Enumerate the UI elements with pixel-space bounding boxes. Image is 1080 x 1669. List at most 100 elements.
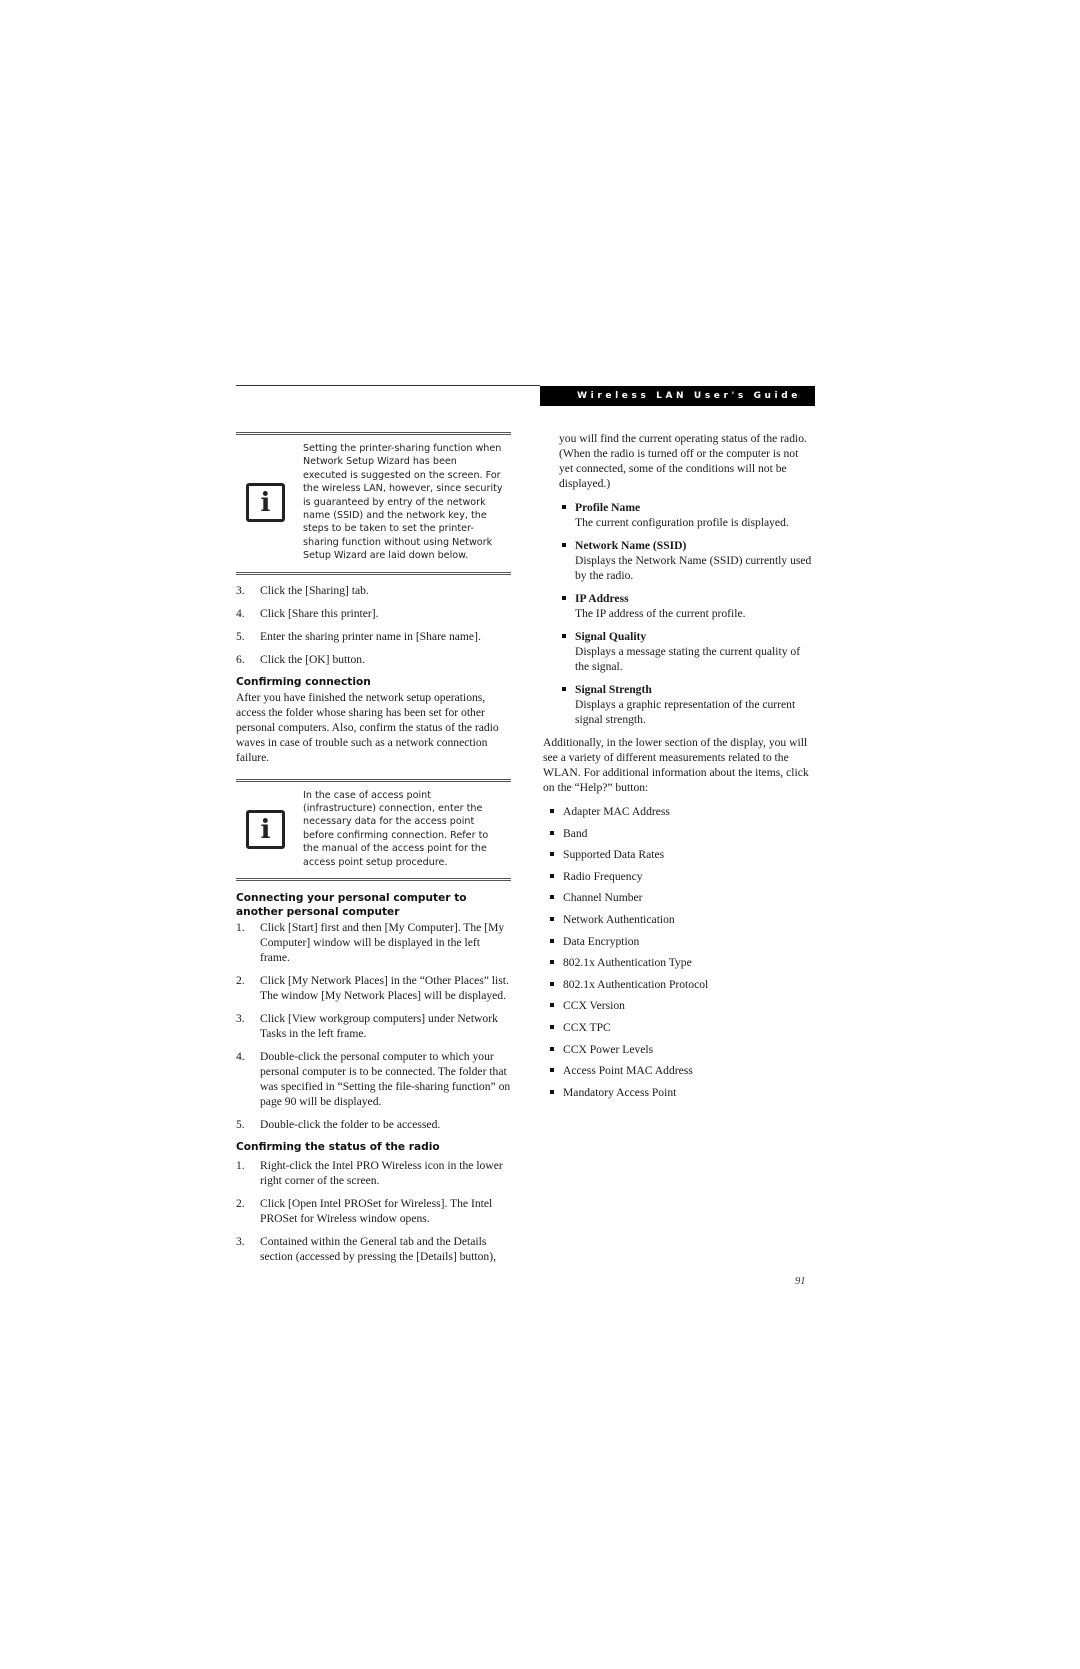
step-number: 2.: [236, 1197, 245, 1211]
list-item: 2. Click [My Network Places] in the “Othe…: [236, 973, 511, 1003]
bullet-icon: [550, 873, 554, 878]
item-desc: The current configuration profile is dis…: [575, 516, 789, 529]
list-item: 1. Click [Start] first and then [My Compu…: [236, 920, 511, 965]
list-item: Mandatory Access Point: [547, 1085, 815, 1100]
step-number: 4.: [236, 1050, 245, 1064]
item-text: Data Encryption: [563, 934, 640, 948]
item-term: Signal Strength: [575, 683, 652, 696]
list-item: Data Encryption: [547, 934, 815, 949]
item-desc: Displays a graphic representation of the…: [575, 698, 796, 726]
bullet-icon: [550, 809, 554, 813]
list-item: 802.1x Authentication Protocol: [547, 977, 815, 992]
item-text: Network Authentication: [563, 912, 675, 926]
info-icon: i: [246, 483, 285, 523]
list-item: IP Address The IP address of the current …: [559, 591, 815, 621]
list-item: Signal Strength Displays a graphic repres…: [559, 682, 815, 727]
measurements-list: Adapter MAC Address Band Supported Data …: [547, 804, 815, 1100]
item-term: IP Address: [575, 592, 629, 605]
header-rule: [236, 385, 540, 386]
bullet-icon: [550, 916, 554, 921]
running-title-bar: Wireless LAN User's Guide: [540, 386, 815, 406]
section-heading-radio-status: Confirming the status of the radio: [236, 1141, 440, 1154]
step-number: 6.: [236, 652, 245, 666]
item-term: Profile Name: [575, 501, 641, 514]
item-desc: Displays a message stating the current q…: [575, 645, 801, 673]
step-number: 2.: [236, 974, 245, 988]
list-item: Access Point MAC Address: [547, 1063, 815, 1078]
info-note-access-point: i In the case of access point (infrastru…: [236, 778, 511, 882]
list-item: CCX TPC: [547, 1020, 815, 1035]
bullet-icon: [562, 543, 566, 547]
step-text: Enter the sharing printer name in [Share…: [260, 629, 481, 643]
item-text: Radio Frequency: [563, 869, 643, 883]
item-text: Access Point MAC Address: [563, 1064, 693, 1078]
list-item: Signal Quality Displays a message stating…: [559, 629, 815, 674]
status-items-list: Profile Name The current configuration pr…: [559, 500, 815, 727]
step-number: 5.: [236, 629, 245, 643]
page-number: 91: [795, 1276, 806, 1287]
info-icon: i: [246, 809, 285, 849]
item-term: Signal Quality: [575, 630, 647, 643]
step-number: 3.: [236, 1235, 245, 1249]
paragraph: After you have finished the network setu…: [236, 690, 499, 764]
bullet-icon: [562, 687, 566, 691]
bullet-icon: [562, 634, 566, 638]
list-item: 4. Click [Share this printer].: [236, 606, 511, 621]
item-desc: The IP address of the current profile.: [575, 607, 746, 620]
connecting-steps-list: 1. Click [Start] first and then [My Compu…: [236, 920, 511, 1132]
item-term: Network Name (SSID): [575, 539, 687, 552]
step-text: Click [My Network Places] in the “Other …: [260, 974, 509, 1003]
list-item: CCX Version: [547, 998, 815, 1013]
item-text: Channel Number: [563, 891, 643, 905]
running-title: Wireless LAN User's Guide: [577, 391, 801, 401]
left-column: i Setting the printer-sharing function w…: [236, 432, 511, 1272]
item-text: CCX TPC: [563, 1020, 611, 1034]
list-item: Channel Number: [547, 890, 815, 905]
item-text: Mandatory Access Point: [563, 1085, 677, 1099]
list-item: 2. Click [Open Intel PROSet for Wireless]…: [236, 1196, 511, 1226]
step-text: Double-click the personal computer to wh…: [260, 1050, 511, 1109]
list-item: 3. Click the [Sharing] tab.: [236, 583, 511, 598]
step-text: Click the [OK] button.: [260, 652, 365, 666]
list-item: 802.1x Authentication Type: [547, 955, 815, 970]
list-item: 3. Click [View workgroup computers] under…: [236, 1011, 511, 1041]
step-text: Click [Start] first and then [My Compute…: [260, 921, 505, 965]
list-item: 1. Right-click the Intel PRO Wireless ico…: [236, 1158, 511, 1188]
item-text: Supported Data Rates: [563, 848, 665, 862]
section-heading-confirming-connection: Confirming connection: [236, 675, 371, 688]
radio-steps-list: 1. Right-click the Intel PRO Wireless ico…: [236, 1158, 511, 1264]
bullet-icon: [550, 981, 554, 986]
paragraph-intro: you will find the current operating stat…: [559, 432, 807, 490]
list-item: Network Authentication: [547, 912, 815, 927]
bullet-icon: [562, 596, 566, 600]
bullet-icon: [550, 1089, 554, 1094]
list-item: Adapter MAC Address: [547, 804, 815, 819]
note-text: In the case of access point (infrastruct…: [303, 789, 489, 868]
note-text: Setting the printer-sharing function whe…: [303, 443, 503, 562]
item-text: 802.1x Authentication Protocol: [563, 977, 709, 991]
item-text: Adapter MAC Address: [563, 805, 670, 818]
list-item: CCX Power Levels: [547, 1042, 815, 1057]
paragraph-additional: Additionally, in the lower section of th…: [543, 736, 809, 794]
bullet-icon: [550, 895, 554, 900]
step-text: Contained within the General tab and the…: [260, 1235, 496, 1264]
step-text: Click [Open Intel PROSet for Wireless]. …: [260, 1197, 493, 1226]
list-item: 5. Double-click the folder to be accessed…: [236, 1117, 511, 1132]
list-item: 4. Double-click the personal computer to …: [236, 1049, 511, 1109]
bullet-icon: [562, 505, 566, 509]
step-text: Click the [Sharing] tab.: [260, 583, 369, 597]
step-text: Click [Share this printer].: [260, 606, 379, 620]
item-desc: Displays the Network Name (SSID) current…: [575, 554, 812, 582]
bullet-icon: [550, 1003, 554, 1008]
list-item: 3. Contained within the General tab and t…: [236, 1234, 511, 1264]
step-number: 5.: [236, 1118, 245, 1132]
bullet-icon: [550, 1046, 554, 1051]
step-number: 3.: [236, 583, 245, 597]
info-note-printer-sharing: i Setting the printer-sharing function w…: [236, 432, 511, 575]
section-heading-connecting-pc: Connecting your personal computer to ano…: [236, 892, 467, 919]
item-text: CCX Power Levels: [563, 1042, 654, 1056]
printer-steps-list: 3. Click the [Sharing] tab. 4. Click [Shar…: [236, 583, 511, 667]
list-item: Network Name (SSID) Displays the Network …: [559, 538, 815, 583]
step-number: 3.: [236, 1012, 245, 1026]
bullet-icon: [550, 938, 554, 943]
